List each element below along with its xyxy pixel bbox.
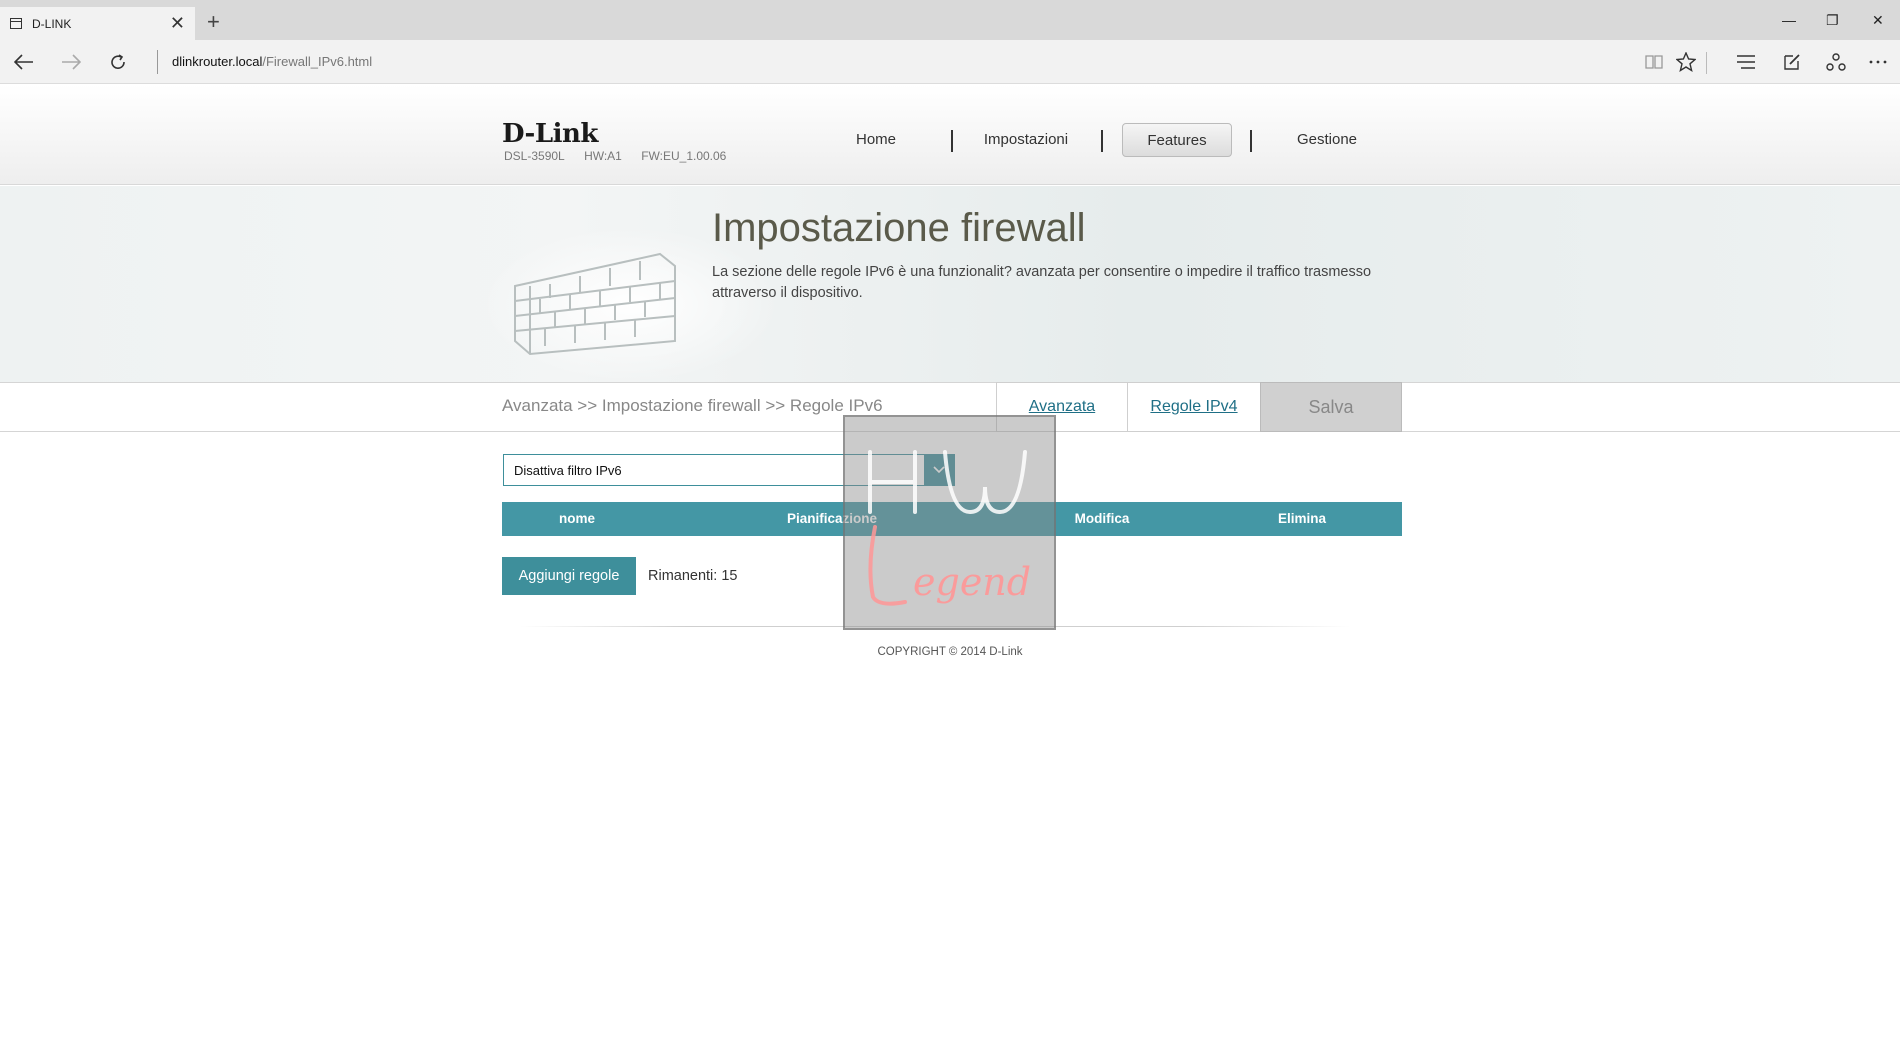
firmware-version: FW:EU_1.00.06 [641, 149, 727, 163]
forward-icon[interactable] [59, 50, 83, 74]
refresh-icon[interactable] [106, 50, 130, 74]
menu-home[interactable]: Home [836, 123, 916, 157]
menu-features[interactable]: Features [1122, 123, 1232, 157]
url-divider [157, 50, 158, 74]
menu-divider [1250, 130, 1252, 152]
page-title: Impostazione firewall [712, 206, 1086, 250]
site-header: D-Link DSL-3590L HW:A1 FW:EU_1.00.06 Hom… [0, 85, 1900, 185]
column-header-delete: Elimina [1277, 511, 1326, 526]
rules-table-header: nome Pianificazione Modifica Elimina [502, 502, 1402, 536]
new-tab-button[interactable]: + [207, 11, 220, 33]
restore-icon[interactable]: ❐ [1826, 12, 1839, 28]
page-icon [10, 18, 22, 29]
chevron-down-icon[interactable] [924, 455, 954, 485]
hardware-version: HW:A1 [584, 149, 622, 163]
browser-tab-bar: D-LINK ✕ + — ❐ ✕ [0, 0, 1900, 40]
dlink-logo: D-Link [502, 119, 598, 149]
menu-divider [1101, 130, 1103, 152]
more-icon[interactable] [1866, 50, 1890, 74]
ipv6-filter-value: Disattiva filtro IPv6 [514, 463, 622, 478]
reading-view-icon[interactable] [1642, 50, 1666, 74]
browser-tab[interactable]: D-LINK ✕ [0, 7, 195, 40]
router-page: D-Link DSL-3590L HW:A1 FW:EU_1.00.06 Hom… [0, 85, 1900, 1047]
device-info: DSL-3590L HW:A1 FW:EU_1.00.06 [504, 149, 742, 163]
model-name: DSL-3590L [504, 149, 565, 163]
copyright: COPYRIGHT © 2014 D-Link [877, 646, 1023, 658]
breadcrumb-row: Avanzata >> Impostazione firewall >> Reg… [0, 382, 1900, 432]
remaining-rules-count: Rimanenti: 15 [648, 568, 738, 584]
column-header-schedule: Pianificazione [786, 511, 878, 526]
menu-settings[interactable]: Impostazioni [975, 123, 1077, 157]
url-host: dlinkrouter.local [172, 54, 263, 69]
breadcrumb: Avanzata >> Impostazione firewall >> Reg… [502, 396, 883, 415]
add-rules-button[interactable]: Aggiungi regole [502, 557, 636, 595]
toolbar-divider [1706, 52, 1707, 74]
url-path: /Firewall_IPv6.html [262, 54, 373, 69]
menu-divider [951, 130, 953, 152]
hub-icon[interactable] [1734, 50, 1758, 74]
menu-management[interactable]: Gestione [1282, 123, 1372, 157]
favorite-star-icon[interactable] [1674, 50, 1698, 74]
share-icon[interactable] [1824, 50, 1848, 74]
page-description: La sezione delle regole IPv6 è una funzi… [712, 264, 1372, 301]
ipv4-rules-link[interactable]: Regole IPv4 [1127, 382, 1261, 432]
window-close-icon[interactable]: ✕ [1872, 12, 1884, 28]
column-header-edit: Modifica [1074, 511, 1130, 526]
minimize-icon[interactable]: — [1782, 12, 1796, 28]
brick-wall-icon [514, 252, 676, 356]
footer-divider [520, 626, 1350, 627]
close-tab-icon[interactable]: ✕ [170, 13, 185, 33]
ipv6-filter-select[interactable]: Disattiva filtro IPv6 [503, 454, 955, 486]
web-note-icon[interactable] [1780, 50, 1804, 74]
save-button[interactable]: Salva [1260, 382, 1402, 432]
column-header-name: nome [558, 511, 595, 526]
url-field[interactable]: dlinkrouter.local/Firewall_IPv6.html [172, 54, 372, 69]
back-icon[interactable] [12, 50, 36, 74]
address-bar: dlinkrouter.local/Firewall_IPv6.html [0, 40, 1900, 84]
page-banner: Impostazione firewall La sezione delle r… [0, 186, 1900, 383]
tab-title: D-LINK [32, 16, 72, 31]
advanced-link[interactable]: Avanzata [996, 382, 1128, 432]
